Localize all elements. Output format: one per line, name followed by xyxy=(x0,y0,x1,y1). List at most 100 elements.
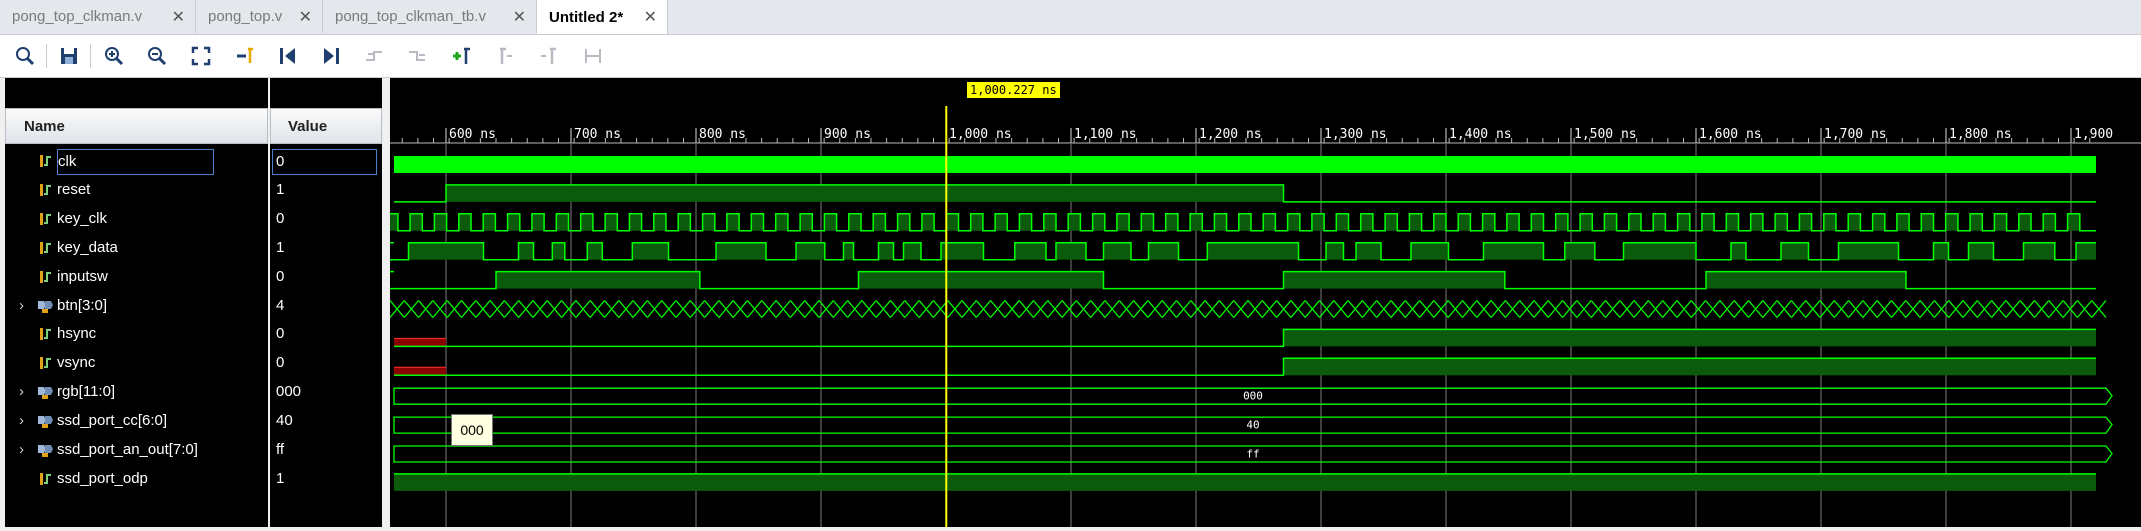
tab-untitled-2[interactable]: Untitled 2* ✕ xyxy=(537,0,668,34)
signal-name: reset xyxy=(57,180,91,198)
value-tooltip: 000 xyxy=(451,414,493,446)
tab-pong-top-clkman[interactable]: pong_top_clkman.v ✕ xyxy=(0,0,196,33)
ruler-tick-label: 1,300 ns xyxy=(1324,127,1387,142)
vsync-unknown-region xyxy=(394,367,446,376)
signal-icon xyxy=(40,328,51,341)
key-clk-high-fill xyxy=(1677,213,1690,231)
close-icon[interactable]: ✕ xyxy=(172,7,185,27)
signal-row-vsync[interactable]: vsync xyxy=(5,349,268,377)
signal-value-pane: Value 0 1 0 1 0 4 0 0 000 40 ff 1 xyxy=(270,78,382,527)
add-marker-icon[interactable] xyxy=(449,43,475,69)
close-icon[interactable]: ✕ xyxy=(644,7,657,27)
waveform-canvas[interactable]: 600 ns 700 ns 800 ns 900 ns 1,000 ns 1,100 ns… xyxy=(372,78,2141,527)
zoom-in-icon[interactable] xyxy=(101,43,127,69)
search-icon[interactable] xyxy=(12,43,38,69)
key-clk-high-fill xyxy=(434,213,447,231)
key-data-high-fill xyxy=(408,242,484,260)
key-data-high-fill xyxy=(2023,242,2055,260)
key-clk-high-fill xyxy=(605,213,618,231)
key-clk-high-fill xyxy=(1214,213,1227,231)
signal-row-key-data[interactable]: key_data xyxy=(5,234,268,262)
clk-waveform[interactable] xyxy=(394,156,2096,173)
signal-row-ssd-port-cc-6-0[interactable]: › ssd_port_cc[6:0] xyxy=(5,407,268,435)
key-clk-high-fill xyxy=(873,213,886,231)
close-icon[interactable]: ✕ xyxy=(299,7,312,27)
inputsw-high-fill xyxy=(1283,271,1505,289)
signal-row-inputsw[interactable]: inputsw xyxy=(5,263,268,291)
key-clk-high-fill xyxy=(678,213,691,231)
signal-icon xyxy=(40,212,51,225)
reset-high-fill xyxy=(446,184,1284,202)
key-clk-high-fill xyxy=(1994,213,2007,231)
signal-row-ssd-port-an-out-7-0[interactable]: › ssd_port_an_out[7:0] xyxy=(5,436,268,464)
signal-row-hsync[interactable]: hsync xyxy=(5,320,268,348)
signal-name: vsync xyxy=(57,354,96,372)
signal-row-clk[interactable]: clk xyxy=(5,147,268,175)
chevron-right-icon[interactable]: › xyxy=(19,292,24,320)
waveform-pane[interactable]: 600 ns 700 ns 800 ns 900 ns 1,000 ns 1,100 ns… xyxy=(372,78,2141,527)
name-column-header[interactable]: Name xyxy=(5,108,268,144)
bus-signal-icon xyxy=(38,387,53,400)
pane-splitter[interactable] xyxy=(382,78,390,527)
tab-pong-top[interactable]: pong_top.v ✕ xyxy=(196,0,323,33)
key-clk-high-fill xyxy=(1896,213,1910,231)
ruler-tick-label: 1,100 ns xyxy=(1074,127,1137,142)
next-marker-icon[interactable] xyxy=(536,43,562,69)
signal-name: ssd_port_cc[6:0] xyxy=(57,412,168,430)
signal-row-rgb-11-0[interactable]: › rgb[11:0] xyxy=(5,378,268,406)
ruler-tick-label: 800 ns xyxy=(699,127,746,142)
go-to-time-0-icon[interactable] xyxy=(275,43,301,69)
signal-name-pane: Name clk reset key_clk key_datainputsw › btn[… xyxy=(5,78,268,527)
bus-signal-icon xyxy=(38,416,53,429)
signal-row-btn-3-0[interactable]: › btn[3:0] xyxy=(5,292,268,320)
tab-label: pong_top_clkman.v xyxy=(12,8,143,25)
key-data-high-fill xyxy=(1731,242,1746,260)
go-to-cursor-icon[interactable] xyxy=(231,43,257,69)
signal-name: btn[3:0] xyxy=(57,296,108,314)
key-clk-high-fill xyxy=(1019,213,1032,231)
previous-marker-icon[interactable] xyxy=(492,43,518,69)
signal-name: clk xyxy=(57,149,214,175)
ruler-tick-label: 900 ns xyxy=(824,127,871,142)
next-transition-icon[interactable] xyxy=(405,43,431,69)
signal-row-key-clk[interactable]: key_clk xyxy=(5,205,268,233)
inputsw-high-fill xyxy=(858,271,1104,289)
key-clk-high-fill xyxy=(1726,213,1739,231)
tab-pong-top-clkman-tb[interactable]: pong_top_clkman_tb.v ✕ xyxy=(323,0,537,33)
key-data-high-fill xyxy=(878,242,894,260)
key-data-high-fill xyxy=(587,242,603,260)
key-clk-high-fill xyxy=(1385,213,1398,231)
cursor-time-label: 1,000.227 ns xyxy=(967,82,1060,98)
key-clk-high-fill xyxy=(1531,213,1544,231)
key-data-high-fill xyxy=(552,242,565,260)
signal-value-clk: 0 xyxy=(272,149,377,175)
key-clk-high-fill xyxy=(1482,213,1495,231)
key-clk-high-fill xyxy=(410,213,423,231)
close-icon[interactable]: ✕ xyxy=(513,7,526,27)
key-data-high-fill xyxy=(1483,242,1544,260)
ruler-tick-label: 600 ns xyxy=(449,127,496,142)
chevron-right-icon[interactable]: › xyxy=(19,378,24,406)
key-clk-high-fill xyxy=(1872,213,1885,231)
save-icon[interactable] xyxy=(56,43,82,69)
chevron-right-icon[interactable]: › xyxy=(19,436,24,464)
signal-icon xyxy=(40,183,51,196)
key-data-high-fill xyxy=(2076,242,2096,260)
previous-transition-icon[interactable] xyxy=(362,43,388,69)
chevron-right-icon[interactable]: › xyxy=(19,407,24,435)
signal-value-ssd-port-cc-6-0: 40 xyxy=(276,412,293,430)
key-data-high-fill xyxy=(1326,242,1344,260)
signal-row-ssd-port-odp[interactable]: ssd_port_odp xyxy=(5,465,268,493)
signal-name: inputsw xyxy=(57,267,108,285)
key-clk-high-fill xyxy=(1823,213,1836,231)
signal-row-reset[interactable]: reset xyxy=(5,176,268,204)
swap-cursors-icon[interactable] xyxy=(580,43,606,69)
value-column-header[interactable]: Value xyxy=(270,108,382,144)
zoom-out-icon[interactable] xyxy=(144,43,170,69)
tab-label: pong_top_clkman_tb.v xyxy=(335,8,486,25)
zoom-fit-icon[interactable] xyxy=(188,43,214,69)
go-to-last-time-icon[interactable] xyxy=(318,43,344,69)
btn-bus-waveform[interactable] xyxy=(389,300,2107,318)
ruler-tick-label: 1,000 ns xyxy=(949,127,1012,142)
ruler-tick-label: 1,400 ns xyxy=(1449,127,1512,142)
